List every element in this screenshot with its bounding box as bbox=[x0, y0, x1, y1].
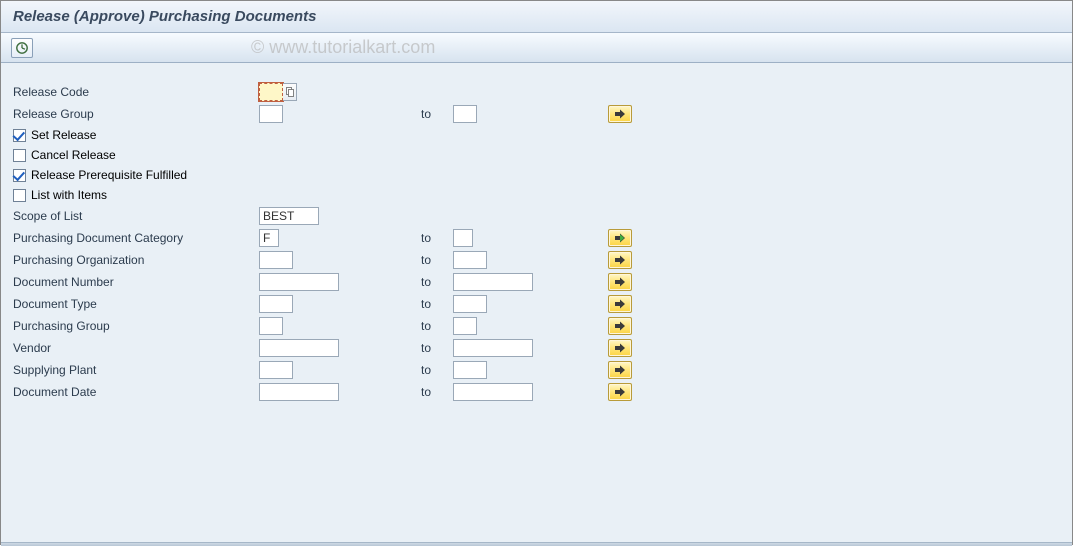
supplying-plant-multi-select-button[interactable] bbox=[608, 361, 632, 379]
release-code-input[interactable] bbox=[259, 83, 283, 101]
row-purch-doc-cat: Purchasing Document Category to bbox=[11, 227, 1062, 248]
to-label: to bbox=[421, 107, 453, 121]
doc-type-to-input[interactable] bbox=[453, 295, 487, 313]
arrow-right-icon bbox=[614, 343, 626, 353]
clock-icon bbox=[15, 41, 29, 55]
label-purch-org: Purchasing Organization bbox=[11, 253, 259, 267]
arrow-right-icon bbox=[614, 299, 626, 309]
watermark: © www.tutorialkart.com bbox=[251, 37, 435, 58]
purch-group-from-input[interactable] bbox=[259, 317, 283, 335]
arrow-right-icon bbox=[614, 365, 626, 375]
to-label: to bbox=[421, 275, 453, 289]
list-with-items-checkbox[interactable] bbox=[13, 189, 26, 202]
vendor-from-input[interactable] bbox=[259, 339, 339, 357]
vendor-multi-select-button[interactable] bbox=[608, 339, 632, 357]
row-release-group: Release Group to bbox=[11, 103, 1062, 124]
doc-number-multi-select-button[interactable] bbox=[608, 273, 632, 291]
search-help-icon bbox=[286, 87, 294, 97]
title-bar: Release (Approve) Purchasing Documents bbox=[1, 1, 1072, 33]
label-scope-of-list: Scope of List bbox=[11, 209, 259, 223]
doc-number-to-input[interactable] bbox=[453, 273, 533, 291]
to-label: to bbox=[421, 231, 453, 245]
doc-date-to-input[interactable] bbox=[453, 383, 533, 401]
purch-group-to-input[interactable] bbox=[453, 317, 477, 335]
row-purch-group: Purchasing Group to bbox=[11, 315, 1062, 336]
purch-doc-cat-to-input[interactable] bbox=[453, 229, 473, 247]
execute-button[interactable] bbox=[11, 38, 33, 58]
label-doc-date: Document Date bbox=[11, 385, 259, 399]
footer-border bbox=[1, 542, 1072, 546]
release-group-from-input[interactable] bbox=[259, 105, 283, 123]
arrow-right-icon bbox=[614, 255, 626, 265]
vendor-to-input[interactable] bbox=[453, 339, 533, 357]
row-doc-type: Document Type to bbox=[11, 293, 1062, 314]
purch-org-to-input[interactable] bbox=[453, 251, 487, 269]
row-purch-org: Purchasing Organization to bbox=[11, 249, 1062, 270]
row-list-with-items: List with Items bbox=[11, 185, 1062, 205]
row-set-release: Set Release bbox=[11, 125, 1062, 145]
doc-date-from-input[interactable] bbox=[259, 383, 339, 401]
arrow-right-icon bbox=[614, 387, 626, 397]
to-label: to bbox=[421, 253, 453, 267]
doc-type-from-input[interactable] bbox=[259, 295, 293, 313]
label-purch-group: Purchasing Group bbox=[11, 319, 259, 333]
label-cancel-release: Cancel Release bbox=[31, 148, 116, 162]
arrow-right-icon bbox=[614, 321, 626, 331]
cancel-release-checkbox[interactable] bbox=[13, 149, 26, 162]
label-doc-type: Document Type bbox=[11, 297, 259, 311]
doc-date-multi-select-button[interactable] bbox=[608, 383, 632, 401]
purch-doc-cat-from-input[interactable] bbox=[259, 229, 279, 247]
scope-of-list-input[interactable] bbox=[259, 207, 319, 225]
set-release-checkbox[interactable] bbox=[13, 129, 26, 142]
doc-type-multi-select-button[interactable] bbox=[608, 295, 632, 313]
release-group-to-input[interactable] bbox=[453, 105, 477, 123]
release-prereq-checkbox[interactable] bbox=[13, 169, 26, 182]
arrow-right-icon bbox=[614, 277, 626, 287]
arrow-right-icon bbox=[614, 109, 626, 119]
purch-org-from-input[interactable] bbox=[259, 251, 293, 269]
purch-org-multi-select-button[interactable] bbox=[608, 251, 632, 269]
label-doc-number: Document Number bbox=[11, 275, 259, 289]
purch-group-multi-select-button[interactable] bbox=[608, 317, 632, 335]
page-title: Release (Approve) Purchasing Documents bbox=[13, 8, 316, 25]
label-set-release: Set Release bbox=[31, 128, 96, 142]
to-label: to bbox=[421, 363, 453, 377]
row-supplying-plant: Supplying Plant to bbox=[11, 359, 1062, 380]
to-label: to bbox=[421, 297, 453, 311]
selection-screen: Release Code Release Group to Set Releas… bbox=[1, 63, 1072, 546]
doc-number-from-input[interactable] bbox=[259, 273, 339, 291]
supplying-plant-from-input[interactable] bbox=[259, 361, 293, 379]
label-release-prereq: Release Prerequisite Fulfilled bbox=[31, 168, 187, 182]
label-vendor: Vendor bbox=[11, 341, 259, 355]
row-scope-of-list: Scope of List bbox=[11, 205, 1062, 226]
label-release-code: Release Code bbox=[11, 85, 259, 99]
release-code-f4-button[interactable] bbox=[283, 83, 297, 101]
label-list-with-items: List with Items bbox=[31, 188, 107, 202]
to-label: to bbox=[421, 385, 453, 399]
to-label: to bbox=[421, 319, 453, 333]
release-group-multi-select-button[interactable] bbox=[608, 105, 632, 123]
to-label: to bbox=[421, 341, 453, 355]
row-release-code: Release Code bbox=[11, 81, 1062, 102]
purch-doc-cat-multi-select-button[interactable] bbox=[608, 229, 632, 247]
arrow-right-active-icon bbox=[614, 233, 626, 243]
row-doc-date: Document Date to bbox=[11, 381, 1062, 402]
row-vendor: Vendor to bbox=[11, 337, 1062, 358]
row-doc-number: Document Number to bbox=[11, 271, 1062, 292]
row-cancel-release: Cancel Release bbox=[11, 145, 1062, 165]
supplying-plant-to-input[interactable] bbox=[453, 361, 487, 379]
row-release-prereq: Release Prerequisite Fulfilled bbox=[11, 165, 1062, 185]
toolbar: © www.tutorialkart.com bbox=[1, 33, 1072, 63]
label-supplying-plant: Supplying Plant bbox=[11, 363, 259, 377]
label-purch-doc-cat: Purchasing Document Category bbox=[11, 231, 259, 245]
label-release-group: Release Group bbox=[11, 107, 259, 121]
